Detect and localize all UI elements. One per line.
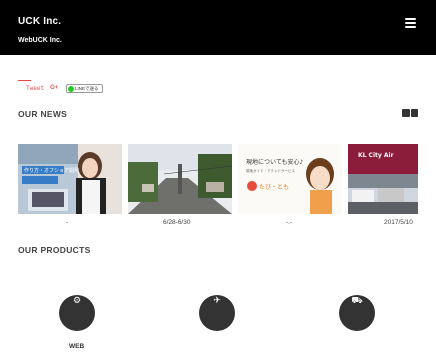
line-share-label: LINEで送る [75, 85, 99, 91]
news-date-2: 6/28-6/30 [163, 219, 191, 226]
gear-icon: ⚙ [72, 295, 82, 305]
street-scene-photo [128, 144, 232, 214]
products-section-title: OUR PRODUCTS [18, 245, 91, 255]
product-car[interactable]: ⛟ [339, 295, 375, 331]
news-1-overlay-text: 作り方・オフショア開発 [24, 167, 79, 174]
news-date-4: 2017/5/10 [384, 219, 413, 226]
news-item-4[interactable]: KL City Air [348, 144, 418, 214]
tweet-button[interactable]: Tweet [26, 85, 44, 92]
kl-city-air-photo: KL City Air [348, 144, 418, 214]
airplane-icon: ✈ [213, 295, 221, 305]
news-3-sub: 現地ガイド・アテンドサービス [246, 168, 295, 173]
news-4-sign: KL City Air [358, 152, 394, 159]
product-web[interactable]: ⚙ [59, 295, 95, 331]
tabitomo-banner: 現地についても安心♪ 現地ガイド・アテンドサービス たび・とも [238, 144, 342, 214]
google-plus-button[interactable]: G+ [50, 85, 58, 91]
news-date-1: - [66, 219, 69, 226]
news-3-brand: たび・とも [259, 183, 289, 191]
brand-name[interactable]: UCK Inc. [18, 16, 61, 27]
news-item-3[interactable]: 現地についても安心♪ 現地ガイド・アテンドサービス たび・とも [238, 144, 342, 214]
site-header: UCK Inc. WebUCK Inc. [0, 0, 436, 55]
news-item-1[interactable]: 作り方・オフショア開発 [18, 144, 122, 214]
grid-view-icon[interactable] [402, 109, 418, 117]
line-icon [68, 85, 74, 92]
woman-laptop-photo: 作り方・オフショア開発 [18, 144, 122, 214]
car-icon: ⛟ [351, 295, 363, 305]
news-date-3: -.- [286, 219, 293, 226]
share-divider [18, 80, 31, 81]
product-web-label: WEB [69, 343, 85, 350]
product-travel[interactable]: ✈ [199, 295, 235, 331]
hamburger-menu-icon[interactable] [405, 18, 416, 29]
line-share-button[interactable]: LINEで送る [66, 84, 103, 93]
news-item-2[interactable] [128, 144, 232, 214]
news-section-title: OUR NEWS [18, 109, 68, 119]
brand-tagline: WebUCK Inc. [18, 37, 62, 44]
news-3-headline: 現地についても安心♪ [246, 158, 304, 166]
